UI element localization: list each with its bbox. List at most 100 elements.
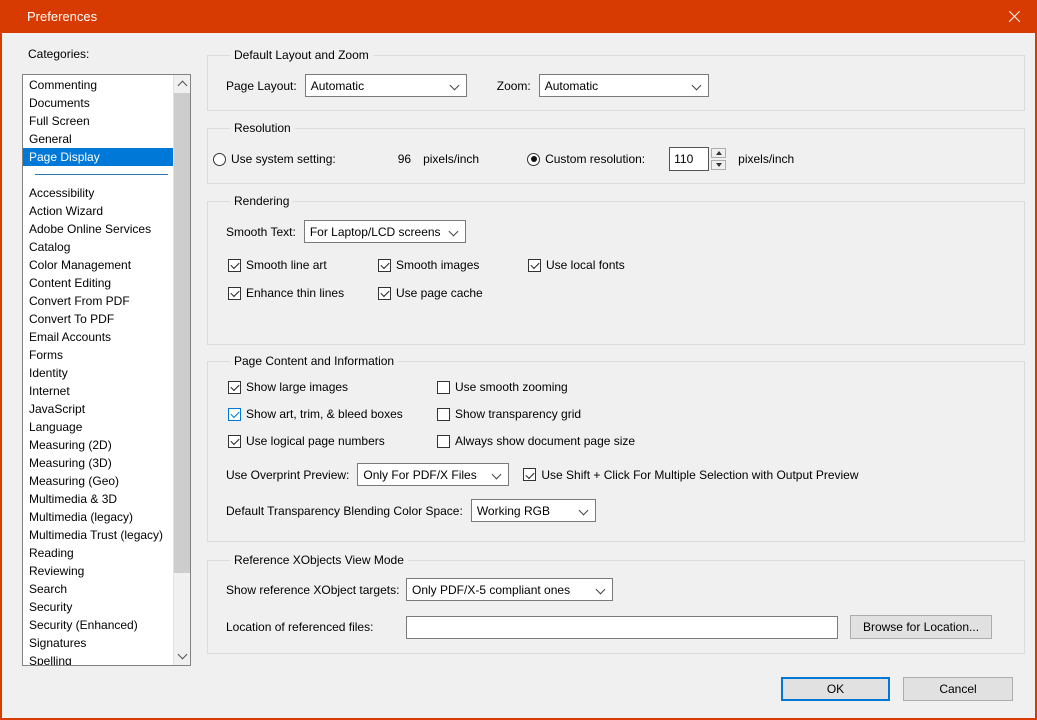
location-of-referenced-files-input[interactable] bbox=[406, 616, 838, 639]
sidebar-item-accessibility[interactable]: Accessibility bbox=[23, 184, 173, 202]
sidebar-item-catalog[interactable]: Catalog bbox=[23, 238, 173, 256]
use-page-cache-checkbox[interactable]: Use page cache bbox=[378, 286, 528, 300]
sidebar-item-email-accounts[interactable]: Email Accounts bbox=[23, 328, 173, 346]
use-smooth-zooming-checkbox[interactable]: Use smooth zooming bbox=[437, 380, 1006, 394]
smooth-line-art-checkbox[interactable]: Smooth line art bbox=[228, 258, 378, 272]
sidebar-item-multimedia-3d[interactable]: Multimedia & 3D bbox=[23, 490, 173, 508]
location-of-referenced-files-label: Location of referenced files: bbox=[226, 620, 406, 634]
page-layout-value: Automatic bbox=[311, 79, 364, 93]
enhance-thin-lines-checkbox[interactable]: Enhance thin lines bbox=[228, 286, 378, 300]
chevron-down-icon bbox=[691, 81, 701, 91]
categories-label: Categories: bbox=[28, 47, 89, 61]
spinner-down-button[interactable] bbox=[711, 160, 726, 170]
scrollbar-down-button[interactable] bbox=[174, 648, 191, 665]
zoom-value: Automatic bbox=[545, 79, 598, 93]
sidebar-item-identity[interactable]: Identity bbox=[23, 364, 173, 382]
checkbox-icon bbox=[228, 381, 241, 394]
checkbox-label: Show art, trim, & bleed boxes bbox=[246, 407, 403, 421]
shift-click-multiple-selection-checkbox[interactable]: Use Shift + Click For Multiple Selection… bbox=[523, 468, 858, 482]
sidebar-item-security-enhanced[interactable]: Security (Enhanced) bbox=[23, 616, 173, 634]
radio-icon bbox=[213, 153, 226, 166]
custom-resolution-input[interactable]: 110 bbox=[669, 147, 709, 171]
sidebar-item-convert-from-pdf[interactable]: Convert From PDF bbox=[23, 292, 173, 310]
sidebar-item-security[interactable]: Security bbox=[23, 598, 173, 616]
sidebar-item-general[interactable]: General bbox=[23, 130, 173, 148]
smooth-text-label: Smooth Text: bbox=[226, 225, 296, 239]
sidebar-item-page-display[interactable]: Page Display bbox=[23, 148, 173, 166]
blending-color-space-select[interactable]: Working RGB bbox=[471, 499, 596, 522]
categories-scrollbar[interactable] bbox=[173, 75, 190, 665]
use-system-setting-label: Use system setting: bbox=[231, 152, 336, 166]
show-art-trim-bleed-boxes-checkbox[interactable]: Show art, trim, & bleed boxes bbox=[228, 407, 437, 421]
smooth-text-select[interactable]: For Laptop/LCD screens bbox=[304, 220, 466, 243]
sidebar-item-internet[interactable]: Internet bbox=[23, 382, 173, 400]
sidebar-item-multimedia-trust-legacy[interactable]: Multimedia Trust (legacy) bbox=[23, 526, 173, 544]
sidebar-item-commenting[interactable]: Commenting bbox=[23, 76, 173, 94]
system-resolution-unit: pixels/inch bbox=[423, 152, 479, 166]
xobject-targets-select[interactable]: Only PDF/X-5 compliant ones bbox=[406, 578, 613, 601]
use-logical-page-numbers-checkbox[interactable]: Use logical page numbers bbox=[228, 434, 437, 448]
sidebar-item-reviewing[interactable]: Reviewing bbox=[23, 562, 173, 580]
always-show-document-page-size-checkbox[interactable]: Always show document page size bbox=[437, 434, 1006, 448]
blend-value: Working RGB bbox=[477, 504, 550, 518]
checkbox-label: Use logical page numbers bbox=[246, 434, 385, 448]
sidebar-item-reading[interactable]: Reading bbox=[23, 544, 173, 562]
checkbox-icon bbox=[528, 259, 541, 272]
checkbox-icon bbox=[228, 435, 241, 448]
sidebar-item-language[interactable]: Language bbox=[23, 418, 173, 436]
xobject-targets-value: Only PDF/X-5 compliant ones bbox=[412, 583, 570, 597]
sidebar-item-measuring-geo[interactable]: Measuring (Geo) bbox=[23, 472, 173, 490]
categories-listbox: CommentingDocumentsFull ScreenGeneralPag… bbox=[22, 74, 191, 666]
spinner-up-button[interactable] bbox=[711, 148, 726, 158]
chevron-up-icon bbox=[178, 81, 188, 91]
show-transparency-grid-checkbox[interactable]: Show transparency grid bbox=[437, 407, 1006, 421]
use-overprint-preview-select[interactable]: Only For PDF/X Files bbox=[357, 463, 509, 486]
sidebar-item-adobe-online-services[interactable]: Adobe Online Services bbox=[23, 220, 173, 238]
sidebar-item-forms[interactable]: Forms bbox=[23, 346, 173, 364]
sidebar-item-multimedia-legacy[interactable]: Multimedia (legacy) bbox=[23, 508, 173, 526]
close-button[interactable] bbox=[991, 0, 1037, 33]
sidebar-item-search[interactable]: Search bbox=[23, 580, 173, 598]
sidebar-item-measuring-2d[interactable]: Measuring (2D) bbox=[23, 436, 173, 454]
sidebar-item-signatures[interactable]: Signatures bbox=[23, 634, 173, 652]
chevron-down-icon bbox=[449, 81, 459, 91]
section-title: Rendering bbox=[230, 194, 293, 208]
blending-color-space-label: Default Transparency Blending Color Spac… bbox=[226, 504, 463, 518]
xobject-targets-label: Show reference XObject targets: bbox=[226, 583, 406, 597]
section-default-layout-and-zoom: Default Layout and Zoom Page Layout: Aut… bbox=[207, 48, 1025, 111]
sidebar-item-content-editing[interactable]: Content Editing bbox=[23, 274, 173, 292]
title-bar: Preferences bbox=[0, 0, 1037, 33]
sidebar-item-color-management[interactable]: Color Management bbox=[23, 256, 173, 274]
sidebar-item-action-wizard[interactable]: Action Wizard bbox=[23, 202, 173, 220]
window-title: Preferences bbox=[0, 9, 97, 24]
chevron-down-icon bbox=[578, 506, 588, 516]
scrollbar-up-button[interactable] bbox=[174, 75, 191, 92]
zoom-select[interactable]: Automatic bbox=[539, 74, 709, 97]
custom-resolution-unit: pixels/inch bbox=[738, 152, 794, 166]
scrollbar-thumb[interactable] bbox=[174, 93, 190, 573]
checkbox-icon bbox=[378, 287, 391, 300]
checkbox-label: Use Shift + Click For Multiple Selection… bbox=[541, 468, 858, 482]
use-local-fonts-checkbox[interactable]: Use local fonts bbox=[528, 258, 1006, 272]
page-layout-select[interactable]: Automatic bbox=[305, 74, 467, 97]
checkbox-icon bbox=[437, 408, 450, 421]
smooth-text-value: For Laptop/LCD screens bbox=[310, 225, 441, 239]
sidebar-item-convert-to-pdf[interactable]: Convert To PDF bbox=[23, 310, 173, 328]
cancel-button[interactable]: Cancel bbox=[903, 677, 1013, 701]
system-resolution-value: 96 bbox=[398, 152, 411, 166]
chevron-down-icon bbox=[492, 470, 502, 480]
sidebar-item-javascript[interactable]: JavaScript bbox=[23, 400, 173, 418]
checkbox-icon bbox=[228, 408, 241, 421]
sidebar-item-measuring-3d[interactable]: Measuring (3D) bbox=[23, 454, 173, 472]
browse-for-location-button[interactable]: Browse for Location... bbox=[850, 615, 992, 639]
sidebar-item-documents[interactable]: Documents bbox=[23, 94, 173, 112]
custom-resolution-radio[interactable]: Custom resolution: bbox=[527, 152, 645, 166]
sidebar-item-spelling[interactable]: Spelling bbox=[23, 652, 173, 666]
use-system-setting-radio[interactable]: Use system setting: bbox=[213, 152, 336, 166]
sidebar-item-full-screen[interactable]: Full Screen bbox=[23, 112, 173, 130]
checkbox-label: Smooth line art bbox=[246, 258, 327, 272]
chevron-down-icon bbox=[178, 650, 188, 660]
show-large-images-checkbox[interactable]: Show large images bbox=[228, 380, 437, 394]
ok-button[interactable]: OK bbox=[781, 677, 890, 701]
smooth-images-checkbox[interactable]: Smooth images bbox=[378, 258, 528, 272]
